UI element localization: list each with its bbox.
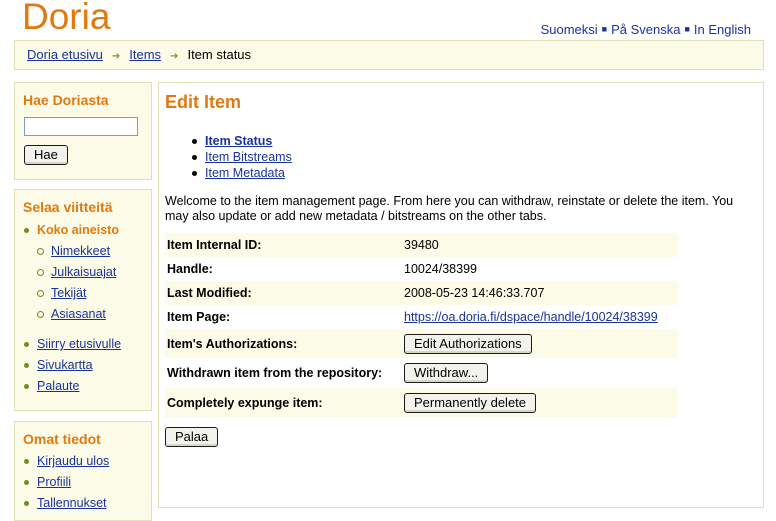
list-item: Palaute	[15, 376, 151, 397]
list-item: Siirry etusivulle	[15, 334, 151, 355]
arrow-right-icon: ➔	[111, 51, 121, 62]
site-logo[interactable]: Doria	[22, 0, 110, 38]
item-page-link[interactable]: https://oa.doria.fi/dspace/handle/10024/…	[404, 310, 658, 324]
row-label: Item Internal ID:	[167, 238, 262, 252]
arrow-right-icon: ➔	[170, 51, 179, 62]
feedback-link[interactable]: Palaute	[37, 379, 79, 393]
list-item: Julkaisuajat	[15, 262, 151, 283]
table-row: Item Page: https://oa.doria.fi/dspace/ha…	[165, 305, 677, 329]
edit-authorizations-button[interactable]: Edit Authorizations	[404, 333, 532, 354]
breadcrumb-current: Item status	[187, 47, 252, 62]
table-row: Last Modified: 2008-05-23 14:46:33.707	[165, 281, 677, 305]
table-row: Item Internal ID: 39480	[165, 233, 677, 257]
row-value: Permanently delete	[402, 388, 677, 418]
browse-dates-link[interactable]: Julkaisuajat	[51, 265, 116, 279]
table-row: Completely expunge item: Permanently del…	[165, 388, 677, 418]
account-list: Kirjaudu ulos Profiili Tallennukset	[15, 451, 151, 514]
list-item: Kirjaudu ulos	[15, 451, 151, 472]
row-value: https://oa.doria.fi/dspace/handle/10024/…	[402, 305, 677, 329]
tab-item-status-link[interactable]: Item Status	[205, 134, 272, 148]
nav-list: Siirry etusivulle Sivukartta Palaute	[15, 334, 151, 397]
tab-item-metadata-link[interactable]: Item Metadata	[205, 166, 285, 180]
browse-list: Koko aineisto Nimekkeet Julkaisuajat Tek…	[15, 220, 151, 325]
search-button[interactable]: Hae	[24, 145, 68, 165]
list-item: Profiili	[15, 472, 151, 493]
item-info-table: Item Internal ID: 39480 Handle: 10024/38…	[165, 233, 677, 418]
breadcrumb-home-link[interactable]: Doria etusivu	[27, 47, 103, 62]
separator-dot: ■	[601, 24, 608, 34]
home-link[interactable]: Siirry etusivulle	[37, 337, 121, 351]
table-row: Item's Authorizations: Edit Authorizatio…	[165, 329, 677, 358]
withdraw-button[interactable]: Withdraw...	[404, 363, 489, 383]
back-button[interactable]: Palaa	[165, 427, 219, 447]
row-value: 10024/38399	[404, 262, 477, 276]
main-content: Edit Item Item Status Item Bitstreams It…	[158, 82, 764, 508]
row-value: 39480	[404, 238, 439, 252]
logout-link[interactable]: Kirjaudu ulos	[37, 454, 109, 468]
browse-panel: Selaa viitteitä Koko aineisto Nimekkeet …	[14, 189, 152, 411]
row-value: 2008-05-23 14:46:33.707	[404, 286, 545, 300]
row-label: Withdrawn item from the repository:	[167, 366, 383, 380]
table-row: Handle: 10024/38399	[165, 257, 677, 281]
tab-item-metadata: Item Metadata	[189, 165, 292, 181]
language-switcher: Suomeksi ■ På Svenska ■ In English	[541, 22, 751, 37]
row-label: Completely expunge item:	[167, 396, 323, 410]
list-item: Tekijät	[15, 283, 151, 304]
list-item: Nimekkeet	[15, 241, 151, 262]
browse-all-label: Koko aineisto	[37, 223, 119, 237]
lang-english-link[interactable]: In English	[694, 22, 751, 37]
list-item: Sivukartta	[15, 355, 151, 376]
table-row: Withdrawn item from the repository: With…	[165, 358, 677, 388]
row-value: Edit Authorizations	[402, 329, 677, 358]
breadcrumb-items-link[interactable]: Items	[129, 47, 161, 62]
browse-panel-title: Selaa viitteitä	[23, 199, 113, 215]
browse-titles-link[interactable]: Nimekkeet	[51, 244, 110, 258]
saved-link[interactable]: Tallennukset	[37, 496, 107, 510]
tab-item-status: Item Status	[189, 133, 292, 149]
tab-item-bitstreams: Item Bitstreams	[189, 149, 292, 165]
tab-item-bitstreams-link[interactable]: Item Bitstreams	[205, 150, 292, 164]
profile-link[interactable]: Profiili	[37, 475, 71, 489]
search-panel-title: Hae Doriasta	[23, 92, 109, 108]
list-item: Asiasanat	[15, 304, 151, 325]
page-title: Edit Item	[165, 92, 242, 112]
lang-swedish-link[interactable]: På Svenska	[611, 22, 680, 37]
account-panel: Omat tiedot Kirjaudu ulos Profiili Talle…	[14, 421, 152, 521]
lang-finnish-link[interactable]: Suomeksi	[541, 22, 598, 37]
search-panel: Hae Doriasta Hae	[14, 82, 152, 180]
list-item: Tallennukset	[15, 493, 151, 514]
row-label: Last Modified:	[167, 286, 252, 300]
row-label: Handle:	[167, 262, 213, 276]
item-tabs: Item Status Item Bitstreams Item Metadat…	[189, 133, 292, 181]
sitemap-link[interactable]: Sivukartta	[37, 358, 93, 372]
search-input[interactable]	[24, 117, 138, 136]
browse-subjects-link[interactable]: Asiasanat	[51, 307, 106, 321]
separator-dot: ■	[684, 24, 690, 34]
row-label: Item Page:	[167, 310, 231, 324]
permanently-delete-button[interactable]: Permanently delete	[404, 393, 537, 413]
account-panel-title: Omat tiedot	[23, 431, 101, 447]
row-value: Withdraw...	[402, 358, 677, 388]
row-label: Item's Authorizations:	[167, 336, 298, 351]
browse-authors-link[interactable]: Tekijät	[51, 286, 86, 300]
breadcrumb: Doria etusivu ➔ Items ➔ Item status	[14, 41, 764, 70]
intro-text: Welcome to the item management page. Fro…	[165, 194, 734, 223]
list-item: Koko aineisto	[15, 220, 151, 241]
